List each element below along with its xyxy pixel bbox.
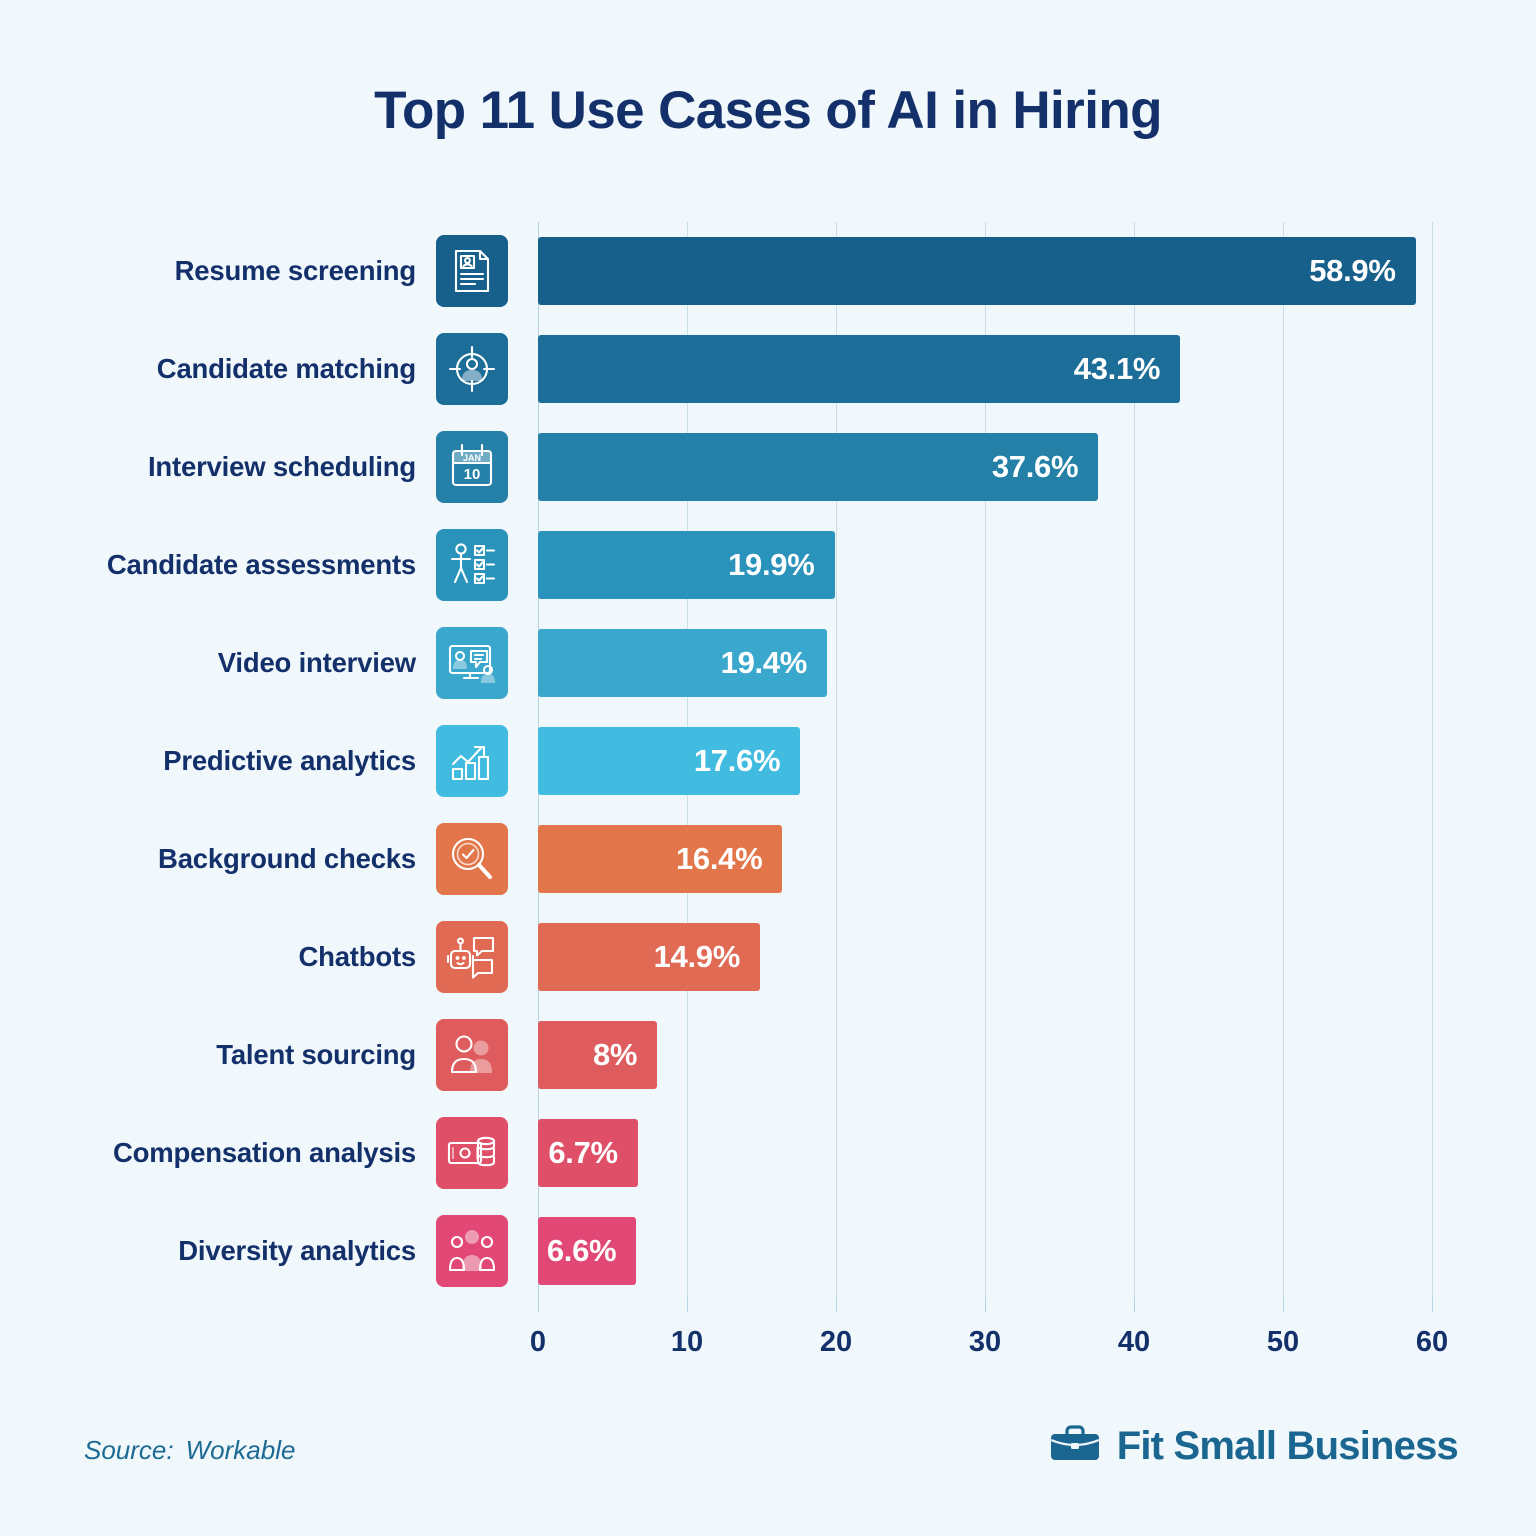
- bar: 14.9%: [538, 923, 760, 991]
- bar: 6.7%: [538, 1119, 638, 1187]
- calendar-icon: JAN 10: [436, 431, 508, 503]
- category-label: Video interview: [217, 647, 416, 678]
- bar-value-label: 14.9%: [653, 939, 741, 974]
- x-tick-label: 0: [529, 1326, 547, 1358]
- bar: 43.1%: [538, 335, 1181, 403]
- bar-track: 14.9%: [538, 923, 1432, 991]
- category-label: Resume screening: [174, 255, 417, 286]
- magnifier-check-icon: [436, 823, 508, 895]
- x-tick-label: 40: [1117, 1326, 1151, 1358]
- chart-row: Video interview 19.4%: [0, 614, 1536, 712]
- people-pair-icon: [436, 1019, 508, 1091]
- bar-track: 19.4%: [538, 629, 1432, 697]
- chart-row: Interview scheduling JAN 10 37.6%: [0, 418, 1536, 516]
- bar-track: 16.4%: [538, 825, 1432, 893]
- bar-value-label: 37.6%: [991, 449, 1079, 484]
- bar-track: 8%: [538, 1021, 1432, 1089]
- chart-row: Resume screening 58.9%: [0, 222, 1536, 320]
- chart-row: Background checks 16.4%: [0, 810, 1536, 908]
- x-tick-mark: [1432, 1298, 1433, 1312]
- chart-row: Chatbots 14.9%: [0, 908, 1536, 1006]
- bar: 16.4%: [538, 825, 783, 893]
- chatbot-icon: [436, 921, 508, 993]
- bar: 58.9%: [538, 237, 1416, 305]
- chart-row: Predictive analytics 17.6%: [0, 712, 1536, 810]
- bar-value-label: 6.6%: [546, 1233, 617, 1268]
- category-label: Candidate assessments: [106, 549, 416, 580]
- category-label: Diversity analytics: [178, 1235, 416, 1266]
- x-tick-mark: [1283, 1298, 1284, 1312]
- category-label: Candidate matching: [156, 353, 416, 384]
- bar: 37.6%: [538, 433, 1099, 501]
- bar-value-label: 6.7%: [548, 1135, 618, 1170]
- source-label: Source:: [84, 1435, 174, 1465]
- chart-row: Candidate matching 43.1%: [0, 320, 1536, 418]
- source-note: Source: Workable: [84, 1435, 295, 1466]
- category-label: Predictive analytics: [163, 745, 416, 776]
- bar-track: 43.1%: [538, 335, 1432, 403]
- x-tick-label: 30: [968, 1326, 1002, 1358]
- x-tick-mark: [687, 1298, 688, 1312]
- category-label: Talent sourcing: [216, 1039, 416, 1070]
- x-tick-label: 20: [819, 1326, 853, 1358]
- bar-value-label: 17.6%: [693, 743, 781, 778]
- bar-value-label: 19.9%: [728, 547, 815, 582]
- bar: 8%: [538, 1021, 658, 1089]
- x-tick-mark: [538, 1298, 539, 1312]
- x-tick-mark: [985, 1298, 986, 1312]
- brand-logo: Fit Small Business: [1049, 1424, 1459, 1469]
- chart-row: Diversity analytics 6.6%: [0, 1202, 1536, 1300]
- bar-value-label: 19.4%: [720, 645, 808, 680]
- bar-track: 58.9%: [538, 237, 1432, 305]
- briefcase-icon: [1049, 1424, 1101, 1469]
- category-label: Chatbots: [298, 941, 416, 972]
- x-tick-mark: [836, 1298, 837, 1312]
- bar: 6.6%: [538, 1217, 637, 1285]
- bar-value-label: 16.4%: [675, 841, 763, 876]
- chart-row: Compensation analysis 6.7%: [0, 1104, 1536, 1202]
- x-axis: 0 10 20 30 40 50 60: [0, 1298, 1536, 1372]
- bar-value-label: 43.1%: [1073, 351, 1161, 386]
- diverse-group-icon: [436, 1215, 508, 1287]
- bar-track: 19.9%: [538, 531, 1432, 599]
- x-tick-label: 50: [1266, 1326, 1300, 1358]
- bar-value-label: 58.9%: [1309, 253, 1396, 288]
- bar: 19.9%: [538, 531, 835, 599]
- svg-text:JAN: JAN: [463, 453, 481, 463]
- target-person-icon: [436, 333, 508, 405]
- category-label: Interview scheduling: [147, 451, 416, 482]
- bar-track: 37.6%: [538, 433, 1432, 501]
- bar-chart: Resume screening 58.9% Candidate matching 4…: [0, 222, 1536, 1312]
- video-interview-icon: [436, 627, 508, 699]
- chart-row: Candidate assessments 19.9%: [0, 516, 1536, 614]
- logo-text: Fit Small Business: [1116, 1424, 1459, 1468]
- chart-row: Talent sourcing 8%: [0, 1006, 1536, 1104]
- page-title: Top 11 Use Cases of AI in Hiring: [374, 81, 1162, 140]
- category-label: Compensation analysis: [113, 1137, 416, 1168]
- growth-chart-icon: [436, 725, 508, 797]
- bar-track: 6.7%: [538, 1119, 1432, 1187]
- bar: 19.4%: [538, 629, 828, 697]
- bar: 17.6%: [538, 727, 801, 795]
- x-tick-mark: [1134, 1298, 1135, 1312]
- money-coins-icon: [436, 1117, 508, 1189]
- bar-track: 17.6%: [538, 727, 1432, 795]
- resume-document-icon: [436, 235, 508, 307]
- svg-text:10: 10: [464, 466, 481, 483]
- x-tick-label: 10: [670, 1326, 704, 1358]
- source-value: Workable: [185, 1435, 296, 1465]
- category-label: Background checks: [158, 843, 416, 874]
- assessment-checklist-icon: [436, 529, 508, 601]
- bar-track: 6.6%: [538, 1217, 1432, 1285]
- bar-value-label: 8%: [592, 1037, 638, 1072]
- x-tick-label: 60: [1415, 1326, 1449, 1358]
